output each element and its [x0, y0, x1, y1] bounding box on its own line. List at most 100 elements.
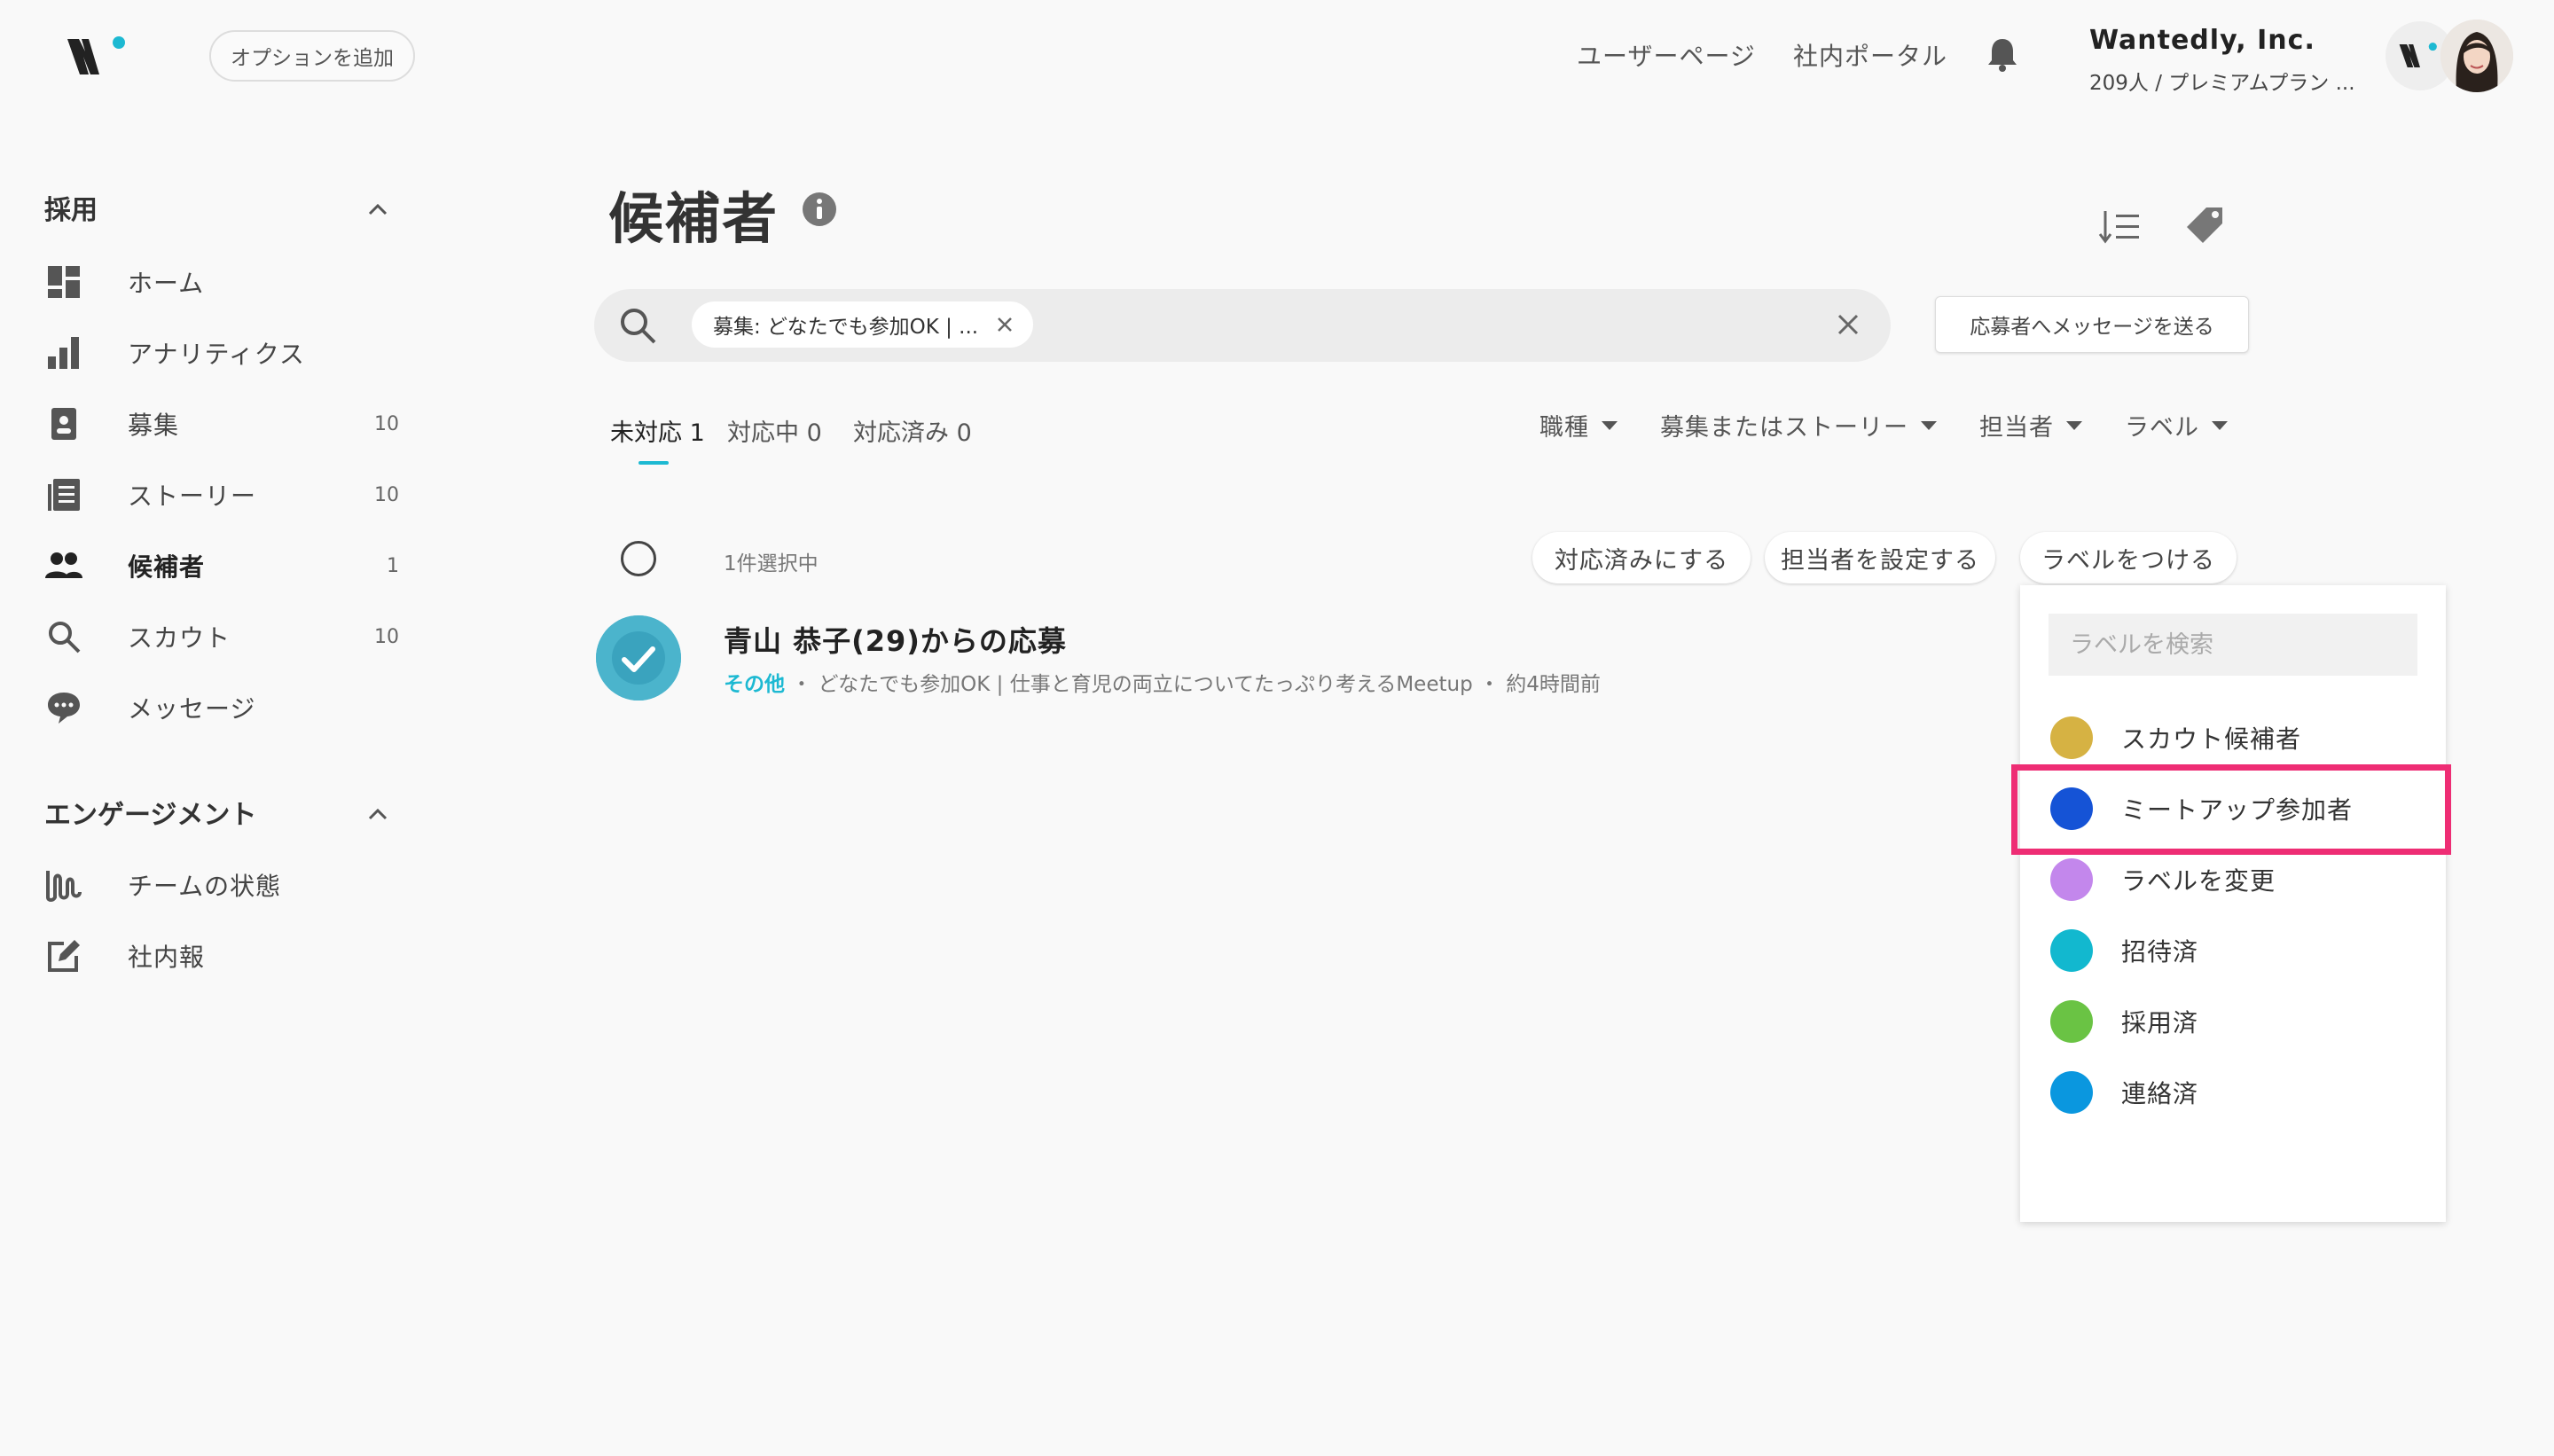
label-search-input[interactable]	[2049, 614, 2417, 676]
label-option-text: ミートアップ参加者	[2121, 795, 2354, 825]
tab-unhandled[interactable]: 未対応 1	[610, 413, 705, 448]
label-option-text: 採用済	[2121, 1008, 2199, 1037]
label-option-text: ラベルを変更	[2121, 866, 2276, 896]
label-option-hired[interactable]: 採用済	[2020, 986, 2446, 1057]
chevron-up-icon[interactable]	[367, 807, 388, 821]
info-icon[interactable]	[802, 192, 837, 227]
chevron-up-icon[interactable]	[367, 202, 388, 216]
sidebar-item-newsletter[interactable]: 社内報	[44, 929, 399, 982]
search-icon	[617, 305, 658, 346]
candidate-meta: その他 ・ どなたでも参加OK | 仕事と育児の両立についてたっぷり考えるMee…	[724, 667, 1601, 697]
label-option-text: 連絡済	[2121, 1079, 2199, 1108]
job-post-icon	[44, 404, 83, 443]
label-color-dot	[2050, 787, 2093, 830]
people-icon	[44, 546, 83, 585]
plan-text: 209人 / プレミアムプラン ...	[2089, 72, 2355, 95]
active-tab-indicator	[638, 461, 669, 465]
label-option-scout[interactable]: スカウト候補者	[2020, 702, 2446, 773]
caret-down-icon	[1921, 420, 1937, 430]
label-option-meetup[interactable]: ミートアップ参加者	[2020, 773, 2446, 844]
sidebar-item-label: 募集	[128, 411, 180, 440]
page-title: 候補者	[608, 186, 780, 251]
sidebar-item-label: アナリティクス	[128, 340, 305, 369]
search-bar[interactable]: 募集: どなたでも参加OK | ...	[594, 289, 1891, 362]
chat-icon	[44, 688, 83, 727]
sidebar-item-stories[interactable]: ストーリー 10	[44, 468, 399, 521]
sidebar-item-label: 社内報	[128, 943, 206, 972]
add-label-button[interactable]: ラベルをつける	[2020, 532, 2237, 583]
wave-icon	[44, 865, 83, 904]
sidebar-item-messages[interactable]: メッセージ	[44, 681, 399, 734]
sidebar-item-home[interactable]: ホーム	[44, 255, 399, 309]
caret-down-icon	[2212, 420, 2228, 430]
edit-icon	[44, 936, 83, 975]
filter-chip[interactable]: 募集: どなたでも参加OK | ...	[692, 301, 1034, 348]
label-color-dot	[2050, 1000, 2093, 1043]
candidate-avatar[interactable]	[596, 615, 681, 701]
label-color-dot	[2050, 716, 2093, 759]
label-color-dot	[2050, 858, 2093, 901]
sidebar-heading-engagement: エンゲージメント	[44, 800, 257, 831]
sidebar-item-scout[interactable]: スカウト 10	[44, 610, 399, 663]
sidebar-item-candidates[interactable]: 候補者 1	[44, 539, 399, 592]
add-option-button[interactable]: オプションを追加	[209, 30, 415, 82]
filter-label: 募集またはストーリー	[1660, 414, 1908, 442]
filter-label-dropdown[interactable]: ラベル	[2125, 408, 2228, 442]
filter-job-type[interactable]: 職種	[1539, 408, 1618, 442]
label-option-text: 招待済	[2121, 937, 2199, 967]
send-message-button[interactable]: 応募者へメッセージを送る	[1935, 296, 2249, 353]
tag-icon[interactable]	[2185, 206, 2224, 245]
dashboard-icon	[44, 262, 83, 301]
close-icon[interactable]	[996, 316, 1014, 333]
sidebar-item-jobs[interactable]: 募集 10	[44, 397, 399, 450]
sidebar-item-label: スカウト	[128, 623, 231, 653]
caret-down-icon	[1602, 420, 1618, 430]
sidebar-item-count: 10	[374, 625, 399, 648]
company-name: Wantedly, Inc.	[2089, 25, 2315, 56]
sidebar-item-analytics[interactable]: アナリティクス	[44, 326, 399, 380]
candidate-meta-text: ・ どなたでも参加OK | 仕事と育児の両立についてたっぷり考えるMeetup …	[791, 673, 1601, 696]
sidebar-item-count: 1	[387, 554, 399, 577]
sidebar-item-label: ホーム	[128, 269, 205, 298]
label-option-invited[interactable]: 招待済	[2020, 915, 2446, 986]
selection-count: 1件選択中	[724, 552, 819, 575]
story-icon	[44, 475, 83, 514]
tab-in-progress[interactable]: 対応中 0	[727, 413, 822, 448]
candidate-name[interactable]: 青山 恭子(29)からの応募	[724, 619, 1067, 660]
user-page-link[interactable]: ユーザーページ	[1577, 37, 1756, 73]
sidebar-item-label: 候補者	[128, 552, 206, 582]
label-option-text: スカウト候補者	[2121, 724, 2302, 754]
wantedly-logo-icon[interactable]	[64, 30, 135, 83]
sort-icon[interactable]	[2098, 209, 2143, 245]
mark-done-button[interactable]: 対応済みにする	[1532, 532, 1751, 583]
search-icon	[44, 617, 83, 656]
user-avatar[interactable]	[2440, 20, 2513, 92]
sidebar-heading-recruit: 採用	[44, 195, 98, 226]
label-option-contacted[interactable]: 連絡済	[2020, 1057, 2446, 1128]
caret-down-icon	[2066, 420, 2082, 430]
filter-label: 職種	[1539, 414, 1589, 442]
bar-chart-icon	[44, 333, 83, 372]
bell-icon[interactable]	[1986, 37, 2018, 73]
label-dropdown: スカウト候補者 ミートアップ参加者 ラベルを変更 招待済 採用済 連絡済	[2020, 585, 2446, 1222]
set-assignee-button[interactable]: 担当者を設定する	[1765, 532, 1995, 583]
portal-link[interactable]: 社内ポータル	[1793, 37, 1947, 73]
filter-job-or-story[interactable]: 募集またはストーリー	[1660, 408, 1937, 442]
sidebar-item-label: チームの状態	[128, 872, 282, 901]
select-all-checkbox[interactable]	[621, 541, 656, 576]
filter-assignee[interactable]: 担当者	[1979, 408, 2082, 442]
sidebar-item-label: ストーリー	[128, 481, 257, 511]
label-color-dot	[2050, 1071, 2093, 1114]
label-color-dot	[2050, 929, 2093, 972]
filter-chip-label: 募集: どなたでも参加OK | ...	[713, 316, 979, 339]
sidebar-item-team-status[interactable]: チームの状態	[44, 858, 399, 912]
sidebar-item-label: メッセージ	[128, 694, 256, 724]
candidate-category: その他	[724, 673, 785, 696]
clear-search-icon[interactable]	[1836, 312, 1861, 337]
sidebar-item-count: 10	[374, 483, 399, 506]
filter-label: 担当者	[1979, 414, 2054, 442]
sidebar-item-count: 10	[374, 412, 399, 435]
label-option-change[interactable]: ラベルを変更	[2020, 844, 2446, 915]
filter-label: ラベル	[2125, 414, 2199, 442]
tab-done[interactable]: 対応済み 0	[853, 413, 972, 448]
